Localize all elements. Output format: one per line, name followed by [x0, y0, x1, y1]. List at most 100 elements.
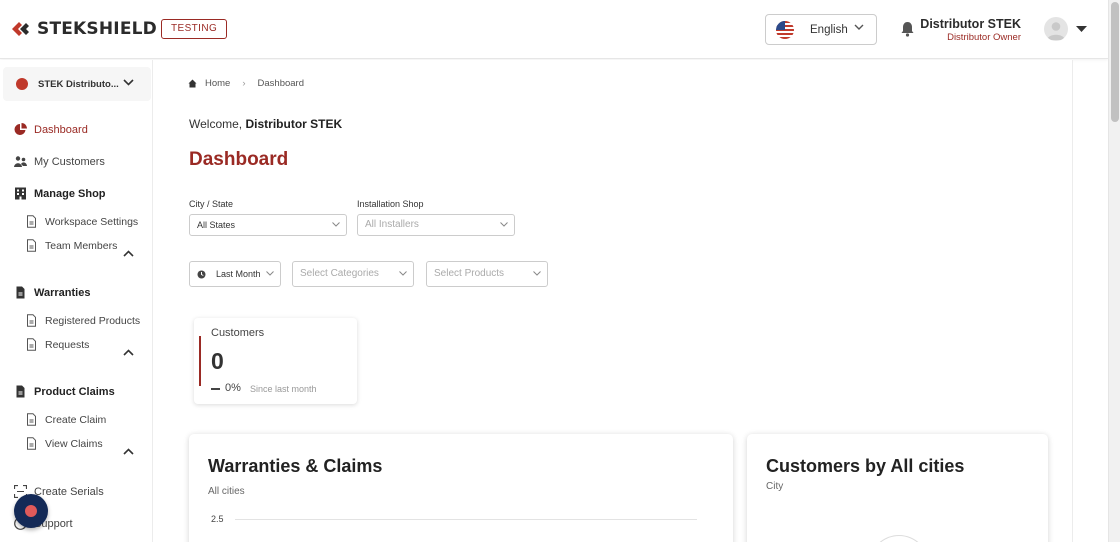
sidebar-item-label: View Claims [45, 437, 103, 450]
chevron-up-icon[interactable] [123, 250, 134, 257]
chevron-down-icon [123, 79, 134, 86]
scroll-thumb[interactable] [1111, 2, 1119, 122]
chevron-down-icon [399, 271, 407, 276]
workspace-name: STEK Distributo... [38, 78, 119, 90]
brand-name: STEKSHIELD [37, 19, 157, 39]
user-role: Distributor Owner [947, 32, 1021, 43]
file-icon [16, 286, 25, 299]
workspace-picker[interactable]: STEK Distributo... [3, 67, 151, 101]
kpi-change: 0% [225, 382, 241, 394]
document-icon [27, 314, 36, 327]
sidebar-item-dashboard[interactable]: Dashboard [14, 123, 88, 136]
home-icon[interactable] [188, 79, 197, 88]
document-icon [27, 413, 36, 426]
kpi-since-label: Since last month [250, 384, 317, 394]
chevron-up-icon[interactable] [123, 349, 134, 356]
y-axis-tick-label: 2.5 [211, 514, 224, 524]
user-menu-caret-icon[interactable] [1076, 26, 1087, 33]
chart-gridline [235, 519, 697, 520]
notification-bell-icon[interactable] [900, 21, 915, 37]
pie-chart-icon [14, 123, 27, 135]
card-title: Warranties & Claims [208, 456, 383, 476]
environment-badge: TESTING [161, 19, 228, 39]
language-label: English [810, 23, 848, 36]
breadcrumb-current: Dashboard [257, 78, 304, 89]
sidebar-item-label: Manage Shop [34, 187, 106, 200]
chat-widget-button[interactable] [14, 494, 48, 528]
sidebar: STEK Distributo... Dashboard My Customer… [0, 60, 153, 542]
sidebar-item-label: Dashboard [34, 123, 88, 136]
document-icon [27, 239, 36, 252]
user-avatar-icon [1047, 22, 1065, 40]
page-scrollbar[interactable] [1108, 0, 1120, 542]
chevron-down-icon [500, 222, 508, 227]
sidebar-item-my-customers[interactable]: My Customers [14, 155, 105, 168]
breadcrumb-home[interactable]: Home [205, 78, 230, 89]
period-select[interactable]: Last Month [189, 261, 281, 287]
welcome-message: Welcome, Distributor STEK [189, 117, 342, 131]
chevron-down-icon [854, 24, 864, 30]
card-subtitle: All cities [208, 486, 245, 497]
chevron-down-icon [332, 222, 340, 227]
language-selector[interactable]: English [765, 14, 877, 45]
sidebar-group-product-claims[interactable]: Product Claims [14, 385, 115, 398]
breadcrumb: Home › Dashboard [188, 78, 304, 89]
us-flag-icon [776, 20, 794, 39]
chevron-down-icon [266, 271, 274, 276]
products-select[interactable]: Select Products [426, 261, 548, 287]
sidebar-item-workspace-settings[interactable]: Workspace Settings [25, 215, 138, 228]
sidebar-item-team-members[interactable]: Team Members [25, 239, 117, 252]
chevron-down-icon [533, 271, 541, 276]
installation-shop-select[interactable]: All Installers [357, 214, 515, 236]
pie-chart-outline [869, 535, 929, 542]
building-icon [15, 187, 26, 200]
sidebar-item-label: Warranties [34, 286, 91, 299]
sidebar-item-label: Create Claim [45, 413, 107, 426]
card-title: Customers by All cities [766, 456, 965, 476]
sidebar-item-label: Workspace Settings [45, 215, 139, 228]
sidebar-item-label: Requests [45, 338, 90, 351]
avatar[interactable] [1044, 17, 1068, 41]
sidebar-item-create-claim[interactable]: Create Claim [25, 413, 106, 426]
chevron-up-icon[interactable] [123, 448, 134, 455]
warranties-claims-card: Warranties & Claims All cities 2.5 [189, 434, 733, 542]
period-value: Last Month [216, 269, 261, 279]
users-icon [14, 156, 27, 167]
categories-select[interactable]: Select Categories [292, 261, 414, 287]
kpi-value: 0 [211, 348, 224, 374]
welcome-prefix: Welcome, [189, 117, 243, 131]
workspace-logo-icon [16, 78, 28, 90]
sidebar-group-warranties[interactable]: Warranties [14, 286, 90, 299]
city-state-select[interactable]: All States [189, 214, 347, 236]
sidebar-item-label: Team Members [45, 239, 118, 252]
kpi-accent-bar [199, 336, 201, 386]
city-state-value: All States [197, 220, 236, 230]
products-placeholder: Select Products [434, 268, 505, 279]
customers-kpi-card: Customers 0 0% Since last month [194, 318, 357, 404]
shop-filter-label: Installation Shop [357, 199, 424, 209]
sidebar-item-requests[interactable]: Requests [25, 338, 89, 351]
clock-icon [197, 270, 206, 279]
main-content: Home › Dashboard Welcome, Distributor ST… [153, 60, 1073, 542]
sidebar-item-registered-products[interactable]: Registered Products [25, 314, 140, 327]
sidebar-item-view-claims[interactable]: View Claims [25, 437, 103, 450]
sidebar-item-label: Registered Products [45, 314, 141, 327]
no-change-icon [211, 388, 220, 390]
file-icon [16, 385, 25, 398]
sidebar-item-label: Product Claims [34, 385, 115, 398]
welcome-user-name: Distributor STEK [245, 117, 343, 131]
top-header: STEKSHIELD TESTING English Distributor S… [0, 0, 1108, 59]
sidebar-group-manage-shop[interactable]: Manage Shop [14, 187, 106, 200]
logo-mark-icon [12, 22, 29, 36]
kpi-title: Customers [211, 327, 265, 339]
document-icon [27, 338, 36, 351]
user-name: Distributor STEK [920, 17, 1021, 31]
document-icon [27, 437, 36, 450]
card-subtitle: City [766, 481, 784, 492]
city-filter-label: City / State [189, 199, 234, 209]
stekshield-logo[interactable]: STEKSHIELD [12, 18, 157, 40]
categories-placeholder: Select Categories [300, 268, 379, 279]
document-icon [27, 215, 36, 228]
sidebar-item-label: My Customers [34, 155, 105, 168]
breadcrumb-separator-icon: › [242, 78, 246, 89]
